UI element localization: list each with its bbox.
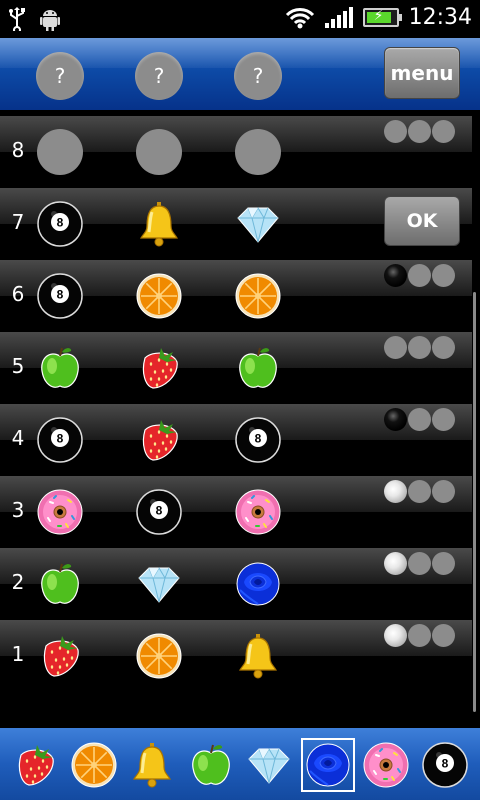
diamond-icon <box>135 560 183 608</box>
palette-apple-icon[interactable] <box>186 740 236 790</box>
palette-strawberry-icon[interactable] <box>10 740 60 790</box>
secret-slot-2: ? <box>135 52 183 100</box>
row-number: 8 <box>11 138 25 162</box>
palette-orange-icon[interactable] <box>69 740 119 790</box>
feedback-peg-none <box>432 120 455 143</box>
guess-row-7: 7 8 OK <box>0 188 480 260</box>
scrollbar[interactable] <box>473 292 476 712</box>
feedback-peg-black <box>384 408 407 431</box>
palette-donut-icon[interactable] <box>361 740 411 790</box>
palette-eight-ball-icon[interactable]: 8 <box>420 740 470 790</box>
eight-ball-icon: 8 <box>234 416 282 464</box>
row-number: 1 <box>11 642 25 666</box>
guess-row-8: 8 <box>0 116 480 188</box>
orange-icon <box>234 272 282 320</box>
bell-icon <box>234 632 282 680</box>
palette-blue-rose-icon[interactable] <box>300 738 355 792</box>
empty-slot <box>234 128 282 176</box>
guess-row-4: 4 8 8 <box>0 404 480 476</box>
guess-row-1: 1 <box>0 620 480 692</box>
apple-icon <box>36 560 84 608</box>
row-number: 4 <box>11 426 25 450</box>
signal-icon <box>324 6 353 28</box>
status-bar: ⚡ 12:34 <box>0 0 480 38</box>
diamond-icon[interactable] <box>234 200 282 248</box>
svg-text:8: 8 <box>57 216 64 230</box>
feedback-pegs <box>384 120 455 143</box>
guess-row-3: 38 <box>0 476 480 548</box>
feedback-peg-none <box>432 408 455 431</box>
donut-icon <box>234 488 282 536</box>
feedback-pegs <box>384 480 455 503</box>
orange-icon <box>135 632 183 680</box>
palette-bell-icon[interactable] <box>127 740 177 790</box>
svg-text:8: 8 <box>441 757 448 771</box>
battery-charging-icon: ⚡ <box>362 8 402 27</box>
row-number: 2 <box>11 570 25 594</box>
feedback-peg-none <box>432 336 455 359</box>
apple-icon <box>36 344 84 392</box>
feedback-pegs <box>384 336 455 359</box>
eight-ball-icon: 8 <box>36 272 84 320</box>
clock: 12:34 <box>408 5 472 30</box>
feedback-peg-black <box>384 264 407 287</box>
feedback-pegs <box>384 552 455 575</box>
feedback-peg-none <box>408 264 431 287</box>
blue-rose-icon <box>234 560 282 608</box>
row-number: 5 <box>11 354 25 378</box>
row-number: 7 <box>11 210 25 234</box>
feedback-peg-none <box>408 480 431 503</box>
android-icon <box>40 7 60 31</box>
feedback-peg-none <box>408 624 431 647</box>
strawberry-icon <box>135 416 183 464</box>
secret-code-bar: ? ? ? menu <box>0 38 480 110</box>
feedback-peg-none <box>408 336 431 359</box>
feedback-peg-none <box>408 552 431 575</box>
strawberry-icon <box>135 344 183 392</box>
feedback-peg-none <box>408 120 431 143</box>
guess-row-6: 68 <box>0 260 480 332</box>
apple-icon <box>234 344 282 392</box>
svg-text:8: 8 <box>57 288 64 302</box>
eight-ball-icon: 8 <box>36 416 84 464</box>
guess-board: 9878OK6854883821 <box>0 110 480 728</box>
empty-slot <box>135 128 183 176</box>
feedback-pegs <box>384 624 455 647</box>
feedback-peg-white <box>384 624 407 647</box>
secret-slot-1: ? <box>36 52 84 100</box>
feedback-pegs <box>384 408 455 431</box>
row-number: 3 <box>11 498 25 522</box>
svg-text:8: 8 <box>57 432 64 446</box>
feedback-pegs <box>384 264 455 287</box>
orange-icon <box>135 272 183 320</box>
piece-palette: 8 <box>0 728 480 800</box>
eight-ball-icon[interactable]: 8 <box>36 200 84 248</box>
guess-row-2: 2 <box>0 548 480 620</box>
feedback-peg-none <box>432 480 455 503</box>
feedback-peg-white <box>384 480 407 503</box>
feedback-peg-none <box>432 552 455 575</box>
feedback-peg-none <box>384 336 407 359</box>
svg-text:8: 8 <box>255 432 262 446</box>
ok-button[interactable]: OK <box>384 196 460 246</box>
bell-icon[interactable] <box>135 200 183 248</box>
donut-icon <box>36 488 84 536</box>
strawberry-icon <box>36 632 84 680</box>
secret-slot-3: ? <box>234 52 282 100</box>
feedback-peg-none <box>432 264 455 287</box>
row-number: 6 <box>11 282 25 306</box>
guess-row-5: 5 <box>0 332 480 404</box>
menu-button[interactable]: menu <box>384 47 460 99</box>
usb-icon <box>8 7 26 31</box>
feedback-peg-none <box>408 408 431 431</box>
wifi-icon <box>285 7 315 29</box>
eight-ball-icon: 8 <box>135 488 183 536</box>
empty-slot <box>36 128 84 176</box>
feedback-peg-none <box>384 120 407 143</box>
feedback-peg-none <box>432 624 455 647</box>
feedback-peg-white <box>384 552 407 575</box>
svg-text:8: 8 <box>156 504 163 518</box>
palette-diamond-icon[interactable] <box>244 740 294 790</box>
